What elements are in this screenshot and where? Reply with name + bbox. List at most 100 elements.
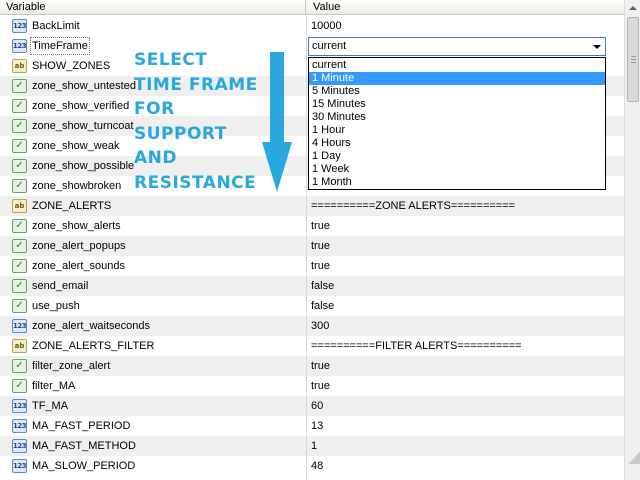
dropdown-option[interactable]: 5 Minutes	[309, 85, 605, 98]
variable-value[interactable]: 10000	[311, 16, 342, 36]
grip-line	[631, 62, 636, 63]
variable-name: zone_show_untested	[32, 80, 136, 92]
variable-name: use_push	[32, 300, 80, 312]
annotation-line: RESISTANCE	[134, 172, 257, 193]
annotation-line: AND	[134, 148, 177, 168]
grid-header: Variable Value	[0, 0, 624, 15]
table-row[interactable]: 123 MA_FAST_PERIOD 13	[0, 416, 624, 436]
variable-name: zone_show_turncoat	[32, 120, 134, 132]
boolean-type-icon: ✓	[12, 239, 27, 253]
variable-name: zone_show_weak	[32, 140, 120, 152]
variable-name: zone_alert_popups	[32, 240, 126, 252]
dropdown-option[interactable]: 1 Week	[309, 163, 605, 176]
integer-type-icon: 123	[12, 399, 27, 413]
boolean-type-icon: ✓	[12, 119, 27, 133]
variable-value[interactable]: ==========ZONE ALERTS==========	[311, 196, 515, 216]
variable-column-header[interactable]: Variable	[0, 0, 306, 15]
variable-value[interactable]: 60	[311, 396, 323, 416]
variable-name: send_email	[32, 280, 89, 292]
table-row[interactable]: ✓ zone_alert_popups true	[0, 236, 624, 256]
timeframe-combobox[interactable]: current	[308, 37, 606, 56]
table-row[interactable]: ✓ use_push false	[0, 296, 624, 316]
variable-value[interactable]: true	[311, 356, 330, 376]
resize-grip-icon[interactable]	[628, 452, 640, 464]
integer-type-icon: 123	[12, 439, 27, 453]
vertical-scrollbar[interactable]	[624, 0, 640, 480]
boolean-type-icon: ✓	[12, 379, 27, 393]
grip-line	[631, 59, 636, 60]
timeframe-dropdown-list: current 1 Minute 5 Minutes 15 Minutes 30 Min…	[308, 57, 606, 190]
variable-name: zone_show_alerts	[32, 220, 121, 232]
dropdown-option[interactable]: 15 Minutes	[309, 98, 605, 111]
variable-name: zone_show_verified	[32, 100, 130, 112]
string-type-icon: ab	[12, 199, 27, 213]
variable-name: TimeFrame	[29, 36, 91, 56]
variable-value[interactable]: 13	[311, 416, 323, 436]
string-type-icon: ab	[12, 339, 27, 353]
variable-name: filter_zone_alert	[32, 360, 111, 372]
table-row[interactable]: ✓ filter_MA true	[0, 376, 624, 396]
integer-type-icon: 123	[12, 459, 27, 473]
boolean-type-icon: ✓	[12, 99, 27, 113]
integer-type-icon: 123	[12, 419, 27, 433]
dropdown-option[interactable]: 1 Minute	[309, 72, 605, 85]
variable-value[interactable]: true	[311, 216, 330, 236]
string-type-icon: ab	[12, 59, 27, 73]
chevron-down-icon[interactable]	[589, 39, 604, 54]
variable-value[interactable]: false	[311, 276, 334, 296]
annotation-line: SELECT	[134, 50, 208, 70]
dropdown-option[interactable]: current	[309, 59, 605, 72]
boolean-type-icon: ✓	[12, 79, 27, 93]
table-row[interactable]: ✓ zone_alert_sounds true	[0, 256, 624, 276]
scroll-up-arrow-icon[interactable]	[625, 0, 640, 17]
variable-name: zone_showbroken	[32, 180, 122, 192]
boolean-type-icon: ✓	[12, 219, 27, 233]
timeframe-selected-value: current	[312, 40, 347, 52]
boolean-type-icon: ✓	[12, 139, 27, 153]
annotation-overlay: SELECT TIME FRAME FOR SUPPORT AND RESISTANCE	[134, 48, 284, 195]
annotation-line: FOR	[134, 99, 175, 119]
dropdown-option[interactable]: 1 Hour	[309, 124, 605, 137]
table-row[interactable]: ✓ send_email false	[0, 276, 624, 296]
variable-name: MA_FAST_METHOD	[32, 440, 136, 452]
integer-type-icon: 123	[12, 19, 27, 33]
variable-value[interactable]: 300	[311, 316, 329, 336]
boolean-type-icon: ✓	[12, 179, 27, 193]
boolean-type-icon: ✓	[12, 259, 27, 273]
variable-name: ZONE_ALERTS	[32, 200, 112, 212]
table-row[interactable]: ab ZONE_ALERTS ==========ZONE ALERTS======…	[0, 196, 624, 216]
boolean-type-icon: ✓	[12, 299, 27, 313]
dropdown-option[interactable]: 30 Minutes	[309, 111, 605, 124]
dropdown-option[interactable]: 1 Day	[309, 150, 605, 163]
variable-name: zone_alert_sounds	[32, 260, 125, 272]
variable-name: MA_FAST_PERIOD	[32, 420, 131, 432]
variable-name: MA_SLOW_PERIOD	[32, 460, 136, 472]
dropdown-option[interactable]: 4 Hours	[309, 137, 605, 150]
variable-value[interactable]: true	[311, 256, 330, 276]
table-row[interactable]: 123 TF_MA 60	[0, 396, 624, 416]
table-row[interactable]: 123 zone_alert_waitseconds 300	[0, 316, 624, 336]
variable-value[interactable]: 48	[311, 456, 323, 476]
table-row[interactable]: 123 MA_FAST_METHOD 1	[0, 436, 624, 456]
value-column-header[interactable]: Value	[307, 0, 624, 15]
variable-name: ZONE_ALERTS_FILTER	[32, 340, 155, 352]
table-row[interactable]: ✓ zone_show_alerts true	[0, 216, 624, 236]
integer-type-icon: 123	[12, 319, 27, 333]
variable-name: filter_MA	[32, 380, 76, 392]
table-row[interactable]: 123 MA_SLOW_PERIOD 48	[0, 456, 624, 476]
boolean-type-icon: ✓	[12, 279, 27, 293]
boolean-type-icon: ✓	[12, 359, 27, 373]
table-row[interactable]: ab ZONE_ALERTS_FILTER ==========FILTER ALE…	[0, 336, 624, 356]
dropdown-option[interactable]: 1 Month	[309, 176, 605, 189]
variable-value[interactable]: ==========FILTER ALERTS==========	[311, 336, 522, 356]
integer-type-icon: 123	[12, 39, 27, 53]
table-row[interactable]: 123 BackLimit 10000	[0, 16, 624, 36]
table-row[interactable]: ✓ filter_zone_alert true	[0, 356, 624, 376]
grip-line	[631, 56, 636, 57]
variable-name: BackLimit	[32, 20, 80, 32]
variable-value[interactable]: 1	[311, 436, 317, 456]
variable-value[interactable]: false	[311, 296, 334, 316]
variable-value[interactable]: true	[311, 236, 330, 256]
variable-value[interactable]: true	[311, 376, 330, 396]
scrollbar-thumb[interactable]	[627, 17, 639, 102]
